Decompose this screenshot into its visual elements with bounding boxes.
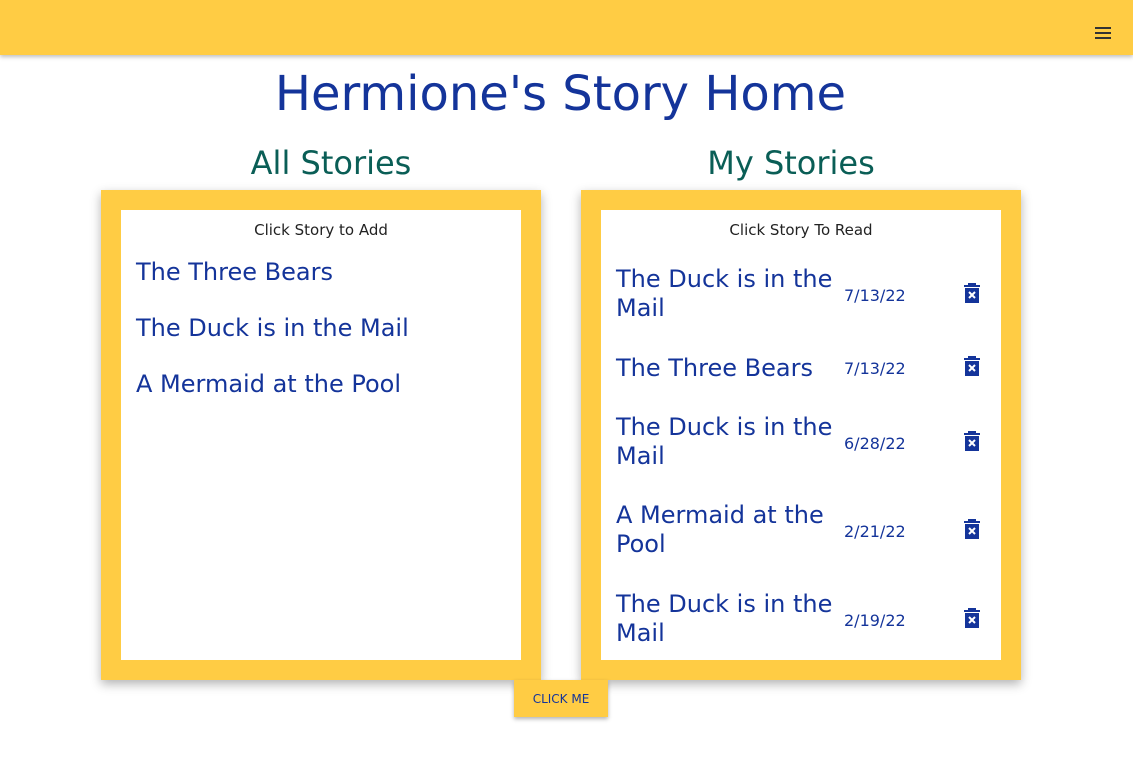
my-story-title: The Duck is in the Mail — [616, 413, 833, 470]
my-story-item[interactable]: The Duck is in the Mail 6/28/22 — [601, 413, 1001, 501]
all-story-item[interactable]: The Three Bears — [121, 257, 521, 287]
my-story-item[interactable]: The Duck is in the Mail 2/19/22 — [601, 590, 1001, 660]
my-story-date: 7/13/22 — [844, 286, 906, 305]
my-stories-list: Click Story To Read The Duck is in the M… — [601, 210, 1001, 660]
my-story-title: The Three Bears — [616, 354, 813, 382]
my-story-item[interactable]: The Three Bears 7/13/22 — [601, 354, 1001, 414]
all-stories-panel: Click Story to Add The Three Bears The D… — [101, 190, 541, 680]
my-story-date: 7/13/22 — [844, 359, 906, 378]
my-stories-instruction: Click Story To Read — [729, 221, 873, 239]
delete-icon[interactable] — [963, 608, 981, 628]
page-title: Hermione's Story Home — [274, 66, 847, 122]
top-app-bar — [0, 0, 1133, 55]
all-story-item[interactable]: The Duck is in the Mail — [121, 313, 521, 343]
delete-icon[interactable] — [963, 356, 981, 376]
all-stories-list: Click Story to Add The Three Bears The D… — [121, 210, 521, 660]
my-story-title: The Duck is in the Mail — [616, 590, 833, 647]
my-story-date: 6/28/22 — [844, 434, 906, 453]
my-story-title: The Duck is in the Mail — [616, 265, 833, 322]
my-story-title: A Mermaid at the Pool — [616, 501, 824, 558]
my-story-date: 2/19/22 — [844, 611, 906, 630]
menu-icon[interactable] — [1093, 23, 1113, 43]
delete-icon[interactable] — [963, 519, 981, 539]
delete-icon[interactable] — [963, 283, 981, 303]
all-story-item[interactable]: A Mermaid at the Pool — [121, 369, 521, 399]
my-stories-heading: My Stories — [707, 144, 875, 182]
my-stories-panel: Click Story To Read The Duck is in the M… — [581, 190, 1021, 680]
my-story-item[interactable]: The Duck is in the Mail 7/13/22 — [601, 265, 1001, 353]
click-me-button[interactable]: CLICK ME — [514, 680, 608, 717]
all-stories-heading: All Stories — [250, 144, 412, 182]
all-stories-instruction: Click Story to Add — [254, 221, 388, 239]
my-story-item[interactable]: A Mermaid at the Pool 2/21/22 — [601, 501, 1001, 589]
my-story-date: 2/21/22 — [844, 522, 906, 541]
delete-icon[interactable] — [963, 431, 981, 451]
